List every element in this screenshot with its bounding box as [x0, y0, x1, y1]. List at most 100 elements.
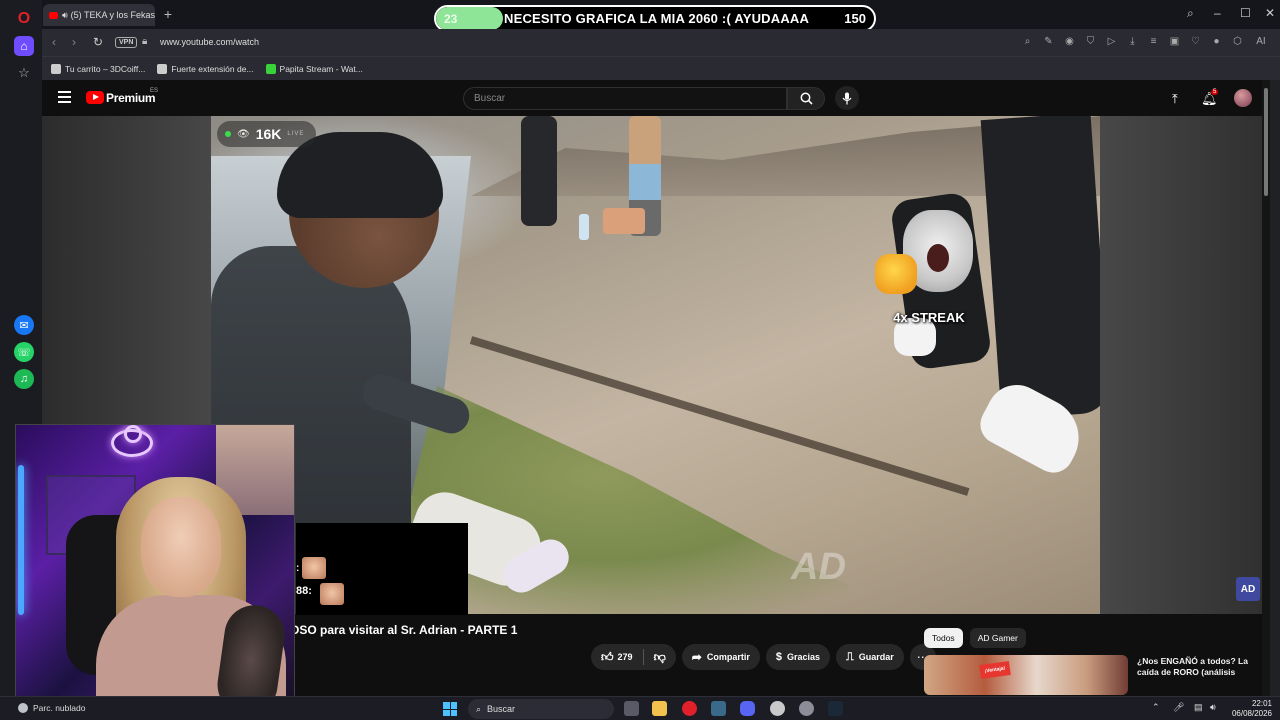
chrome-icon[interactable]: [770, 701, 785, 716]
bookmark-item[interactable]: Tu carrito – 3DCoiff...: [51, 63, 146, 74]
recommended-video[interactable]: ¡Ventaja! ¿Nos ENGAÑÓ a todos? La caída …: [924, 655, 1264, 695]
search-box: [463, 87, 787, 110]
goal-current: 23: [444, 11, 458, 26]
youtube-header: Premium ES ⤒ 🔔︎ 5: [42, 80, 1270, 116]
zoom-icon[interactable]: ⌕: [1021, 34, 1034, 49]
menu-icon[interactable]: ≡: [1147, 34, 1160, 49]
tray-chevron-icon[interactable]: ⌃: [1152, 702, 1160, 713]
lock-icon[interactable]: 🔒︎: [142, 36, 147, 47]
bookmark-item[interactable]: Papita Stream - Wat...: [265, 63, 363, 74]
guide-menu-icon[interactable]: [58, 91, 71, 103]
dislike-button[interactable]: 👎︎: [644, 650, 676, 665]
reload-icon[interactable]: ↻: [93, 35, 103, 49]
chat-fragment: 88:: [296, 585, 312, 597]
download-icon[interactable]: ⤓: [1126, 34, 1139, 49]
video-title: OSO para visitar al Sr. Adrian - PARTE 1: [290, 623, 518, 637]
back-icon[interactable]: ‹: [52, 35, 56, 49]
recommendation-chips: Todos AD Gamer: [924, 628, 1026, 648]
thanks-icon: $: [775, 651, 782, 663]
wallet-icon[interactable]: ▣: [1168, 34, 1181, 49]
discord-icon[interactable]: [740, 701, 755, 716]
viewer-sub: LIVE: [287, 131, 305, 137]
video-box: [603, 208, 645, 234]
system-clock[interactable]: 22:01 06/08/2026: [1228, 699, 1272, 719]
thanks-label: Gracias: [786, 652, 820, 662]
edit-icon[interactable]: ✎: [1042, 34, 1055, 49]
thumbs-up-icon: 👍︎: [601, 649, 614, 664]
chip-ad-gamer[interactable]: AD Gamer: [969, 628, 1026, 648]
chip-all[interactable]: Todos: [924, 628, 963, 648]
task-view-icon[interactable]: [624, 701, 639, 716]
bookmarks-bar: Tu carrito – 3DCoiff... Fuerte extensión…: [42, 56, 1280, 80]
save-button[interactable]: ⎍ Guardar: [836, 644, 904, 670]
clock-time: 22:01: [1251, 699, 1272, 708]
new-tab-button[interactable]: +: [161, 7, 175, 21]
video-bg-person: [521, 116, 557, 226]
file-explorer-icon[interactable]: [652, 701, 667, 716]
search-button[interactable]: [787, 87, 825, 110]
youtube-brand[interactable]: Premium: [106, 91, 156, 105]
opera-taskbar-icon[interactable]: [682, 701, 697, 716]
bookmark-label: Tu carrito – 3DCoiff...: [65, 63, 146, 74]
like-button[interactable]: 👍︎ 279: [591, 650, 643, 665]
heart-icon[interactable]: ♡: [1189, 34, 1202, 49]
whatsapp-icon[interactable]: ☏: [14, 342, 34, 362]
ai-button[interactable]: AI: [1252, 34, 1270, 49]
forward-icon[interactable]: ›: [72, 35, 76, 49]
thanks-button[interactable]: $ Gracias: [765, 644, 830, 670]
minimize-button[interactable]: –: [1214, 6, 1221, 20]
upload-icon[interactable]: ⤒: [1172, 91, 1178, 107]
maximize-button[interactable]: ☐: [1240, 6, 1251, 20]
microphone-icon[interactable]: 🎤︎: [1173, 702, 1184, 713]
extensions-icon[interactable]: ⬡: [1231, 34, 1244, 49]
youtube-logo-icon[interactable]: [86, 91, 104, 104]
messenger-icon[interactable]: ✉: [14, 315, 34, 335]
spotify-icon[interactable]: ♫: [14, 369, 34, 389]
camera-icon[interactable]: ◉: [1063, 34, 1076, 49]
screen: O ⌂ ☆ ✉ ☏ ♫ 🔊︎ (5) TEKA y los Fekas v...…: [0, 0, 1280, 720]
avatar[interactable]: [1234, 89, 1252, 107]
bookmark-favicon-icon: [51, 63, 61, 74]
video-watermark: AD: [791, 546, 846, 588]
voice-search-button[interactable]: [835, 86, 859, 110]
chat-emote-icon: [302, 557, 326, 579]
search-input[interactable]: [464, 88, 786, 109]
steam-icon[interactable]: [828, 701, 843, 716]
obs-icon[interactable]: [711, 701, 726, 716]
bookmark-item[interactable]: Fuerte extensión de...: [157, 63, 254, 74]
thumbnail-tag: ¡Ventaja!: [979, 660, 1011, 680]
goal-text: NECESITO GRAFICA LA MIA 2060 :( AYUDAAAA: [504, 11, 810, 26]
recommended-thumbnail[interactable]: ¡Ventaja!: [924, 655, 1128, 695]
tab-title: (5) TEKA y los Fekas v...: [70, 10, 155, 20]
shield-icon[interactable]: ⛉: [1084, 34, 1097, 49]
opera-logo-icon[interactable]: O: [14, 9, 34, 29]
taskbar-search[interactable]: ⌕ Buscar: [468, 699, 614, 719]
volume-icon[interactable]: 🔊︎: [1210, 702, 1216, 713]
video-actions: 👍︎ 279 👎︎ ➦ Compartir $ Gracias ⎍ Guarda…: [591, 644, 936, 670]
url-field[interactable]: www.youtube.com/watch: [160, 37, 259, 47]
speaker-icon[interactable]: 🔊︎: [62, 10, 68, 21]
vpn-badge[interactable]: VPN: [115, 37, 138, 48]
network-icon[interactable]: ▤: [1194, 702, 1203, 713]
page-scrollbar[interactable]: [1262, 80, 1270, 696]
search-icon: [800, 92, 813, 105]
channel-watermark[interactable]: AD: [1236, 577, 1260, 601]
bookmark-favicon-icon: [265, 63, 276, 74]
weather-text: Parc. nublado: [33, 703, 86, 713]
play-icon[interactable]: ▷: [1105, 34, 1118, 49]
weather-widget[interactable]: Parc. nublado: [18, 703, 85, 713]
settings-icon[interactable]: [799, 701, 814, 716]
share-button[interactable]: ➦ Compartir: [681, 644, 760, 670]
close-button[interactable]: ✕: [1265, 6, 1275, 20]
chat-colon: :: [296, 563, 300, 574]
fist-icon: [875, 254, 917, 294]
account-icon[interactable]: ●: [1210, 34, 1223, 49]
windows-start-icon[interactable]: [443, 702, 457, 716]
recommended-title[interactable]: ¿Nos ENGAÑÓ a todos? La caída de RORO (a…: [1137, 656, 1267, 678]
home-icon[interactable]: ⌂: [14, 36, 34, 56]
tab-youtube[interactable]: 🔊︎ (5) TEKA y los Fekas v...: [43, 4, 155, 26]
search-tabs-icon[interactable]: ⌕: [1187, 6, 1194, 21]
streak-label: 4x STREAK: [893, 310, 965, 325]
star-icon[interactable]: ☆: [14, 63, 34, 83]
youtube-favicon-icon: [49, 11, 58, 19]
